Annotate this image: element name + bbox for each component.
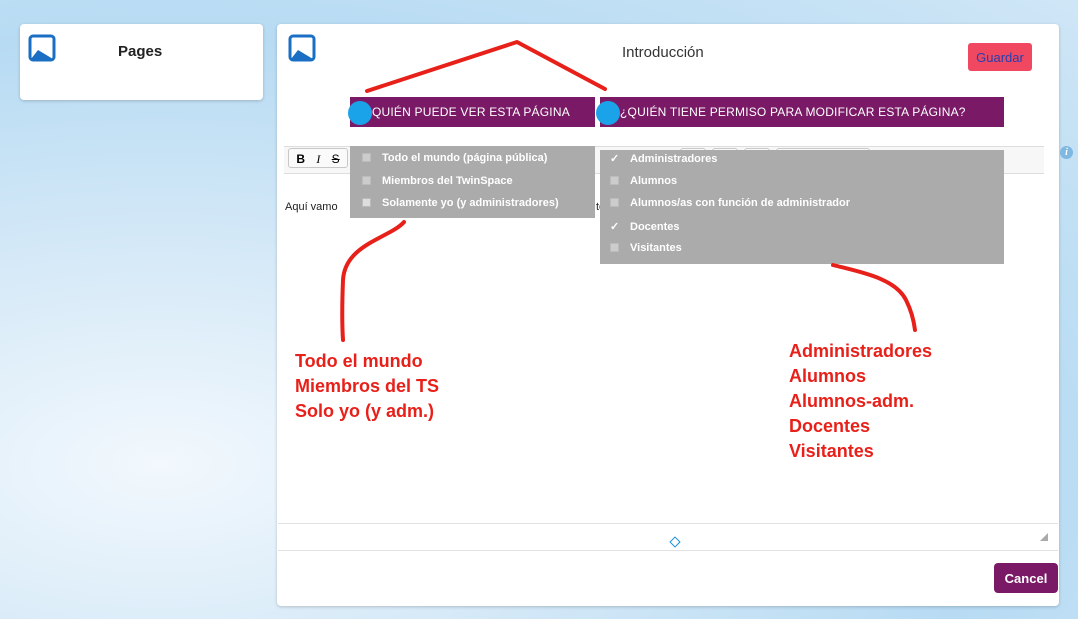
annotation-line: Miembros del TS [295, 376, 440, 396]
visibility-annotation: Todo el mundo Miembros del TS Solo yo (y… [295, 349, 439, 424]
annotation-line: Solo yo (y adm.) [295, 401, 435, 421]
annotation-line: Todo el mundo [295, 351, 423, 371]
annotation-line: Alumnos [789, 366, 867, 386]
annotation-line: Visitantes [789, 441, 874, 461]
annotation-line: Docentes [789, 416, 871, 436]
annotation-strokes [340, 40, 917, 342]
edit-annotation: Administradores Alumnos Alumnos-adm. Doc… [789, 339, 932, 464]
annotation-line: Administradores [789, 341, 933, 361]
annotation-line: Alumnos-adm. [789, 391, 915, 411]
